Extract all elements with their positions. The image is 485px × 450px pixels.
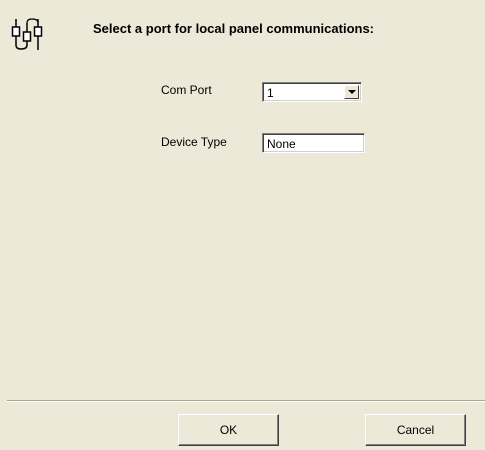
com-port-value: 1 — [267, 86, 274, 100]
port-selection-dialog: Select a port for local panel communicat… — [0, 0, 485, 450]
dialog-heading: Select a port for local panel communicat… — [93, 21, 375, 36]
ok-button[interactable]: OK — [178, 414, 279, 446]
device-type-field[interactable]: None — [262, 133, 365, 153]
network-ports-icon — [10, 18, 46, 52]
cancel-button[interactable]: Cancel — [365, 414, 466, 446]
footer-divider — [7, 400, 485, 402]
com-port-label: Com Port — [161, 83, 212, 97]
chevron-down-icon[interactable] — [344, 85, 359, 99]
com-port-select[interactable]: 1 — [262, 82, 362, 102]
device-type-label: Device Type — [161, 135, 227, 149]
